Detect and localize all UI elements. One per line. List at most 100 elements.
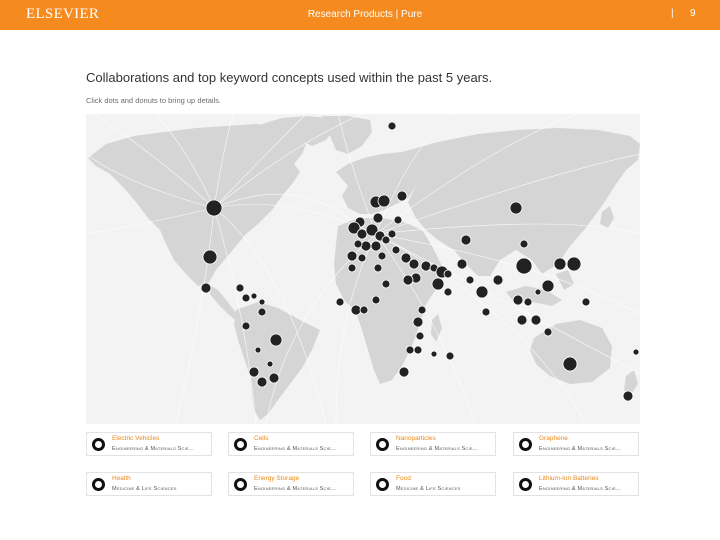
collab-dot[interactable] (256, 376, 268, 388)
collab-dot[interactable] (417, 305, 427, 315)
collab-dot[interactable] (413, 345, 423, 355)
collab-dot[interactable] (387, 121, 397, 131)
collab-dot[interactable] (235, 283, 245, 293)
collaboration-map[interactable] (85, 103, 641, 425)
collab-dot[interactable] (456, 258, 468, 270)
concept-card-energy-storage[interactable]: Energy Storage Engineering & Materials S… (228, 472, 354, 496)
collab-dot[interactable] (347, 263, 357, 273)
concept-card-graphene[interactable]: Graphene Engineering & Materials Scie... (513, 432, 639, 456)
collab-dot[interactable] (241, 321, 251, 331)
page-number: 9 (690, 8, 696, 19)
collab-dot[interactable] (408, 258, 420, 270)
concept-category: Engineering & Materials Scie... (539, 446, 622, 452)
concept-category: Engineering & Materials Scie... (539, 486, 622, 492)
collab-dot[interactable] (377, 194, 391, 208)
collab-dot[interactable] (266, 360, 274, 368)
collab-dot[interactable] (371, 295, 381, 305)
collab-dot[interactable] (269, 333, 283, 347)
collab-dot[interactable] (248, 366, 260, 378)
collab-dot[interactable] (241, 293, 251, 303)
collab-dot[interactable] (519, 239, 529, 249)
collab-dot[interactable] (335, 297, 345, 307)
collab-dot[interactable] (512, 294, 524, 306)
collab-dot[interactable] (509, 201, 523, 215)
collab-dot[interactable] (250, 292, 258, 300)
collab-dot[interactable] (460, 234, 472, 246)
collab-dot[interactable] (481, 307, 491, 317)
collab-dot[interactable] (254, 346, 262, 354)
collab-dot[interactable] (268, 372, 280, 384)
collab-dot[interactable] (516, 314, 528, 326)
collab-dot[interactable] (387, 229, 397, 239)
concept-card-food[interactable]: Food Medicine & Life Sciences (370, 472, 496, 496)
collab-dot[interactable] (543, 327, 553, 337)
collab-dot[interactable] (492, 274, 504, 286)
collab-dot[interactable] (412, 316, 424, 328)
collab-dot[interactable] (202, 249, 218, 265)
world-map-svg[interactable] (85, 103, 641, 425)
collab-dot[interactable] (622, 390, 634, 402)
collab-dot[interactable] (200, 282, 212, 294)
collab-dot[interactable] (430, 350, 438, 358)
donut-icon[interactable] (376, 438, 389, 451)
concept-card-electric-vehicles[interactable]: Electric Vehicles Engineering & Material… (86, 432, 212, 456)
collab-dot[interactable] (373, 263, 383, 273)
collab-dot[interactable] (381, 279, 391, 289)
collab-dot[interactable] (359, 305, 369, 315)
collab-dot[interactable] (530, 314, 542, 326)
collab-dot[interactable] (562, 356, 578, 372)
collab-dot[interactable] (534, 288, 542, 296)
concept-name: Lithium-Ion Batteries (539, 475, 599, 482)
collab-dot[interactable] (258, 298, 266, 306)
collab-dot[interactable] (475, 285, 489, 299)
collab-dot[interactable] (405, 345, 415, 355)
concept-card-nanoparticles[interactable]: Nanoparticles Engineering & Materials Sc… (370, 432, 496, 456)
collab-dot[interactable] (372, 212, 384, 224)
header-separator: | (671, 8, 674, 19)
collab-dot[interactable] (566, 256, 582, 272)
collab-dot[interactable] (381, 235, 391, 245)
collab-dot[interactable] (415, 331, 425, 341)
collab-dot[interactable] (360, 240, 372, 252)
collab-dot[interactable] (465, 275, 475, 285)
collab-dot[interactable] (541, 279, 555, 293)
concept-card-lithium-ion-batteries[interactable]: Lithium-Ion Batteries Engineering & Mate… (513, 472, 639, 496)
collab-dot[interactable] (523, 297, 533, 307)
concept-category: Medicine & Life Sciences (396, 486, 461, 492)
donut-icon[interactable] (92, 478, 105, 491)
collab-dot[interactable] (402, 274, 414, 286)
concept-name: Nanoparticles (396, 435, 436, 442)
collab-dot[interactable] (370, 240, 382, 252)
collab-dot[interactable] (431, 277, 445, 291)
collab-dot[interactable] (356, 228, 368, 240)
concept-card-cells[interactable]: Cells Engineering & Materials Scie... (228, 432, 354, 456)
collab-dot[interactable] (357, 253, 367, 263)
collab-dot[interactable] (443, 269, 453, 279)
collab-dot[interactable] (445, 351, 455, 361)
concept-name: Cells (254, 435, 269, 442)
collab-dot[interactable] (205, 199, 223, 217)
concept-name: Food (396, 475, 411, 482)
donut-icon[interactable] (519, 478, 532, 491)
concept-card-health[interactable]: Health Medicine & Life Sciences (86, 472, 212, 496)
donut-icon[interactable] (234, 438, 247, 451)
collab-dot[interactable] (353, 239, 363, 249)
collab-dot[interactable] (398, 366, 410, 378)
collab-dot[interactable] (581, 297, 591, 307)
collab-dot[interactable] (346, 250, 358, 262)
collab-dot[interactable] (515, 257, 533, 275)
donut-icon[interactable] (519, 438, 532, 451)
collab-dot[interactable] (553, 257, 567, 271)
collab-dot[interactable] (396, 190, 408, 202)
collab-dot[interactable] (420, 260, 432, 272)
donut-icon[interactable] (376, 478, 389, 491)
collab-dot[interactable] (350, 304, 362, 316)
donut-icon[interactable] (234, 478, 247, 491)
collab-dot[interactable] (632, 348, 640, 356)
collab-dot[interactable] (393, 215, 403, 225)
collab-dot[interactable] (257, 307, 267, 317)
collab-dot[interactable] (391, 245, 401, 255)
collab-dot[interactable] (443, 287, 453, 297)
donut-icon[interactable] (92, 438, 105, 451)
collab-dot[interactable] (377, 251, 387, 261)
